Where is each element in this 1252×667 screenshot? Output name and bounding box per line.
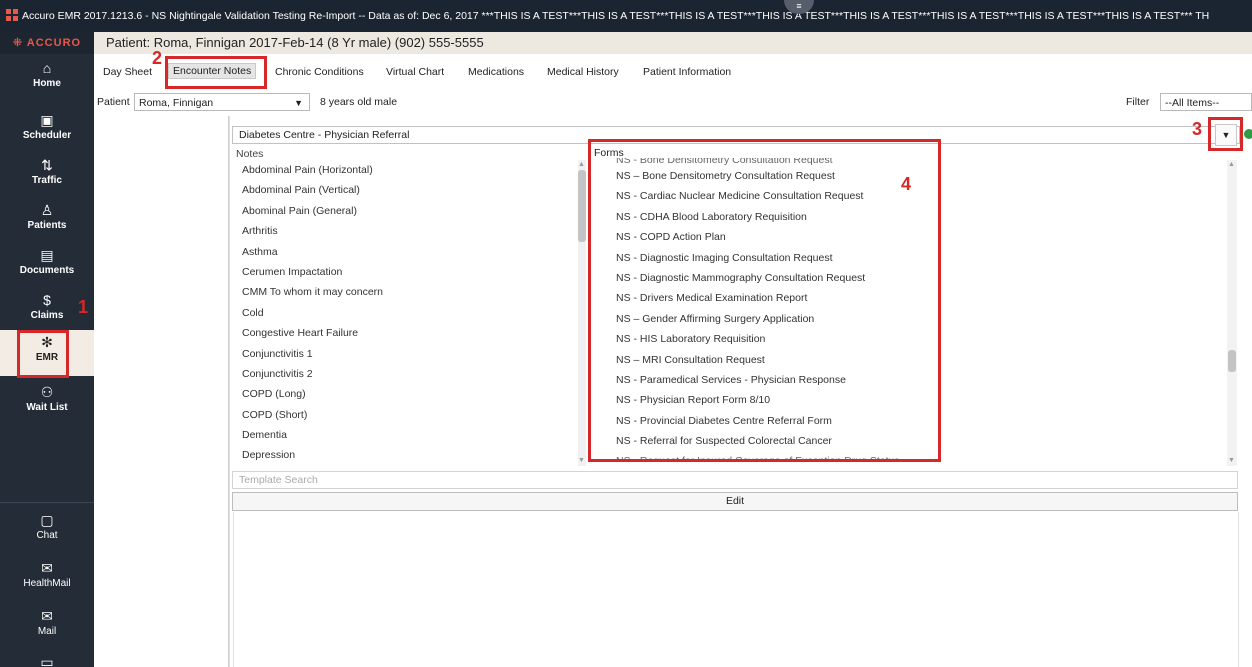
filter-select[interactable]: --All Items--: [1160, 93, 1252, 111]
note-editor-area[interactable]: [233, 512, 1239, 667]
list-item[interactable]: CMM To whom it may concern: [232, 282, 580, 302]
list-item[interactable]: Abominal Pain (General): [232, 201, 580, 221]
tab-medications[interactable]: Medications: [468, 66, 524, 78]
annotation-number-3: 3: [1192, 119, 1203, 139]
annotation-box-dropdown: [1208, 117, 1243, 151]
window-title-bar: Accuro EMR 2017.1213.6 - NS Nightingale …: [0, 0, 1252, 32]
edit-button[interactable]: Edit: [232, 492, 1238, 511]
tab-chronic-conditions[interactable]: Chronic Conditions: [275, 66, 364, 78]
patient-age-sex: 8 years old male: [320, 96, 398, 108]
template-search-input[interactable]: Template Search: [232, 471, 1238, 489]
list-item[interactable]: Congestive Heart Failure: [232, 323, 580, 343]
annotation-box-forms: [588, 139, 941, 462]
list-item[interactable]: Abdominal Pain (Horizontal): [232, 160, 580, 180]
group-icon: ⚇: [40, 384, 54, 400]
annotation-number-1: 1: [78, 297, 89, 317]
list-item[interactable]: Conjunctivitis 2: [232, 364, 580, 384]
notes-header: Notes: [236, 148, 264, 160]
annotation-box-emr: [17, 330, 69, 378]
list-item[interactable]: Conjunctivitis 1: [232, 344, 580, 364]
traffic-icon: ⇅: [41, 157, 53, 173]
list-item[interactable]: Abdominal Pain (Vertical): [232, 180, 580, 200]
sidebar-item-waitlist[interactable]: ⚇ Wait List: [0, 384, 94, 418]
left-panel: [94, 116, 229, 667]
patient-selector-row: Patient Roma, Finnigan ▼ 8 years old mal…: [94, 90, 1252, 117]
patient-header: Patient: Roma, Finnigan 2017-Feb-14 (8 Y…: [94, 32, 1252, 54]
forms-scrollbar[interactable]: [1227, 160, 1237, 466]
mail-icon: ✉: [41, 608, 53, 624]
tab-bar: Day Sheet Encounter Notes Chronic Condit…: [94, 54, 1252, 91]
sidebar-item-healthmail[interactable]: ✉ HealthMail: [0, 560, 94, 594]
list-item[interactable]: Cold: [232, 303, 580, 323]
sidebar-item-patients[interactable]: ♙ Patients: [0, 202, 94, 236]
chat-icon: ▢: [40, 512, 54, 528]
accuro-logo-icon: [6, 9, 18, 21]
annotation-number-4: 4: [901, 174, 912, 194]
tab-medical-history[interactable]: Medical History: [547, 66, 619, 78]
sidebar-item-more[interactable]: ▭: [0, 654, 94, 667]
sidebar-item-scheduler[interactable]: ▣ Scheduler: [0, 112, 94, 146]
filter-label: Filter: [1126, 96, 1150, 108]
calendar-icon: ▣: [40, 112, 54, 128]
sidebar-item-documents[interactable]: ▤ Documents: [0, 247, 94, 281]
list-item[interactable]: Depression: [232, 445, 580, 465]
sidebar-item-home[interactable]: ⌂ Home: [0, 60, 94, 94]
annotation-number-2: 2: [152, 48, 163, 68]
patient-label: Patient: [97, 96, 130, 108]
notes-list[interactable]: Abdominal Pain (Horizontal) Abdominal Pa…: [232, 160, 580, 466]
healthmail-icon: ✉: [41, 560, 53, 576]
sidebar-item-mail[interactable]: ✉ Mail: [0, 608, 94, 642]
notes-scrollbar-thumb[interactable]: [578, 170, 586, 242]
tab-day-sheet[interactable]: Day Sheet: [103, 66, 152, 78]
list-item[interactable]: Asthma: [232, 242, 580, 262]
scroll-up-icon[interactable]: ▲: [1228, 161, 1235, 168]
list-item[interactable]: Dementia: [232, 425, 580, 445]
patient-header-text: Patient: Roma, Finnigan 2017-Feb-14 (8 Y…: [106, 35, 484, 50]
sidebar-item-chat[interactable]: ▢ Chat: [0, 512, 94, 546]
scroll-up-icon[interactable]: ▲: [578, 161, 585, 168]
list-item[interactable]: COPD (Long): [232, 384, 580, 404]
tab-virtual-chart[interactable]: Virtual Chart: [386, 66, 444, 78]
filter-select-value: --All Items--: [1165, 97, 1220, 109]
tab-patient-information[interactable]: Patient Information: [643, 66, 731, 78]
patient-combobox[interactable]: Roma, Finnigan ▼: [134, 93, 310, 111]
list-item[interactable]: Arthritis: [232, 221, 580, 241]
person-icon: ♙: [40, 202, 54, 218]
list-item[interactable]: Cerumen Impactation: [232, 262, 580, 282]
list-item[interactable]: COPD (Short): [232, 405, 580, 425]
add-template-icon[interactable]: [1244, 129, 1252, 139]
home-icon: ⌂: [42, 60, 52, 76]
document-icon: ▤: [40, 247, 54, 263]
brand-logo: ⁜ ACCURO: [0, 32, 94, 54]
more-icon: ▭: [40, 654, 54, 667]
scroll-down-icon[interactable]: ▼: [578, 457, 585, 464]
forms-scrollbar-thumb[interactable]: [1228, 350, 1236, 372]
sidebar-divider: [0, 502, 94, 503]
window-title: Accuro EMR 2017.1213.6 - NS Nightingale …: [22, 10, 1210, 22]
chevron-down-icon: ▼: [294, 98, 303, 108]
sidebar-item-traffic[interactable]: ⇅ Traffic: [0, 157, 94, 191]
annotation-box-encounter-notes: [165, 56, 267, 89]
scroll-down-icon[interactable]: ▼: [1228, 457, 1235, 464]
patient-combobox-value: Roma, Finnigan: [139, 97, 214, 109]
